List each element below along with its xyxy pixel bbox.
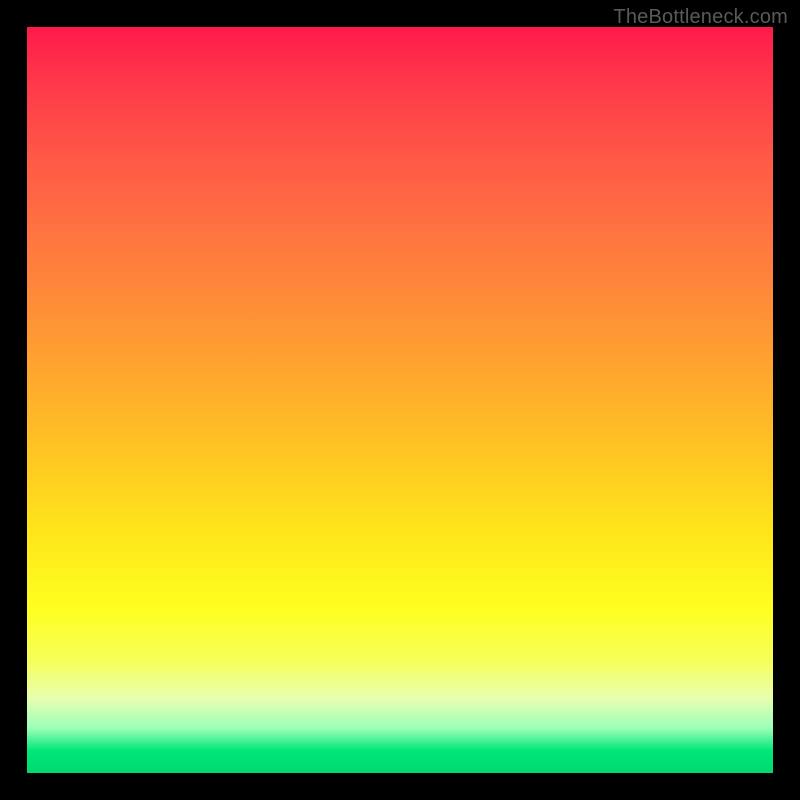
watermark-text: TheBottleneck.com (613, 6, 788, 29)
heat-gradient-background (27, 27, 773, 773)
plot-area (27, 27, 773, 773)
chart-container: TheBottleneck.com (0, 0, 800, 800)
